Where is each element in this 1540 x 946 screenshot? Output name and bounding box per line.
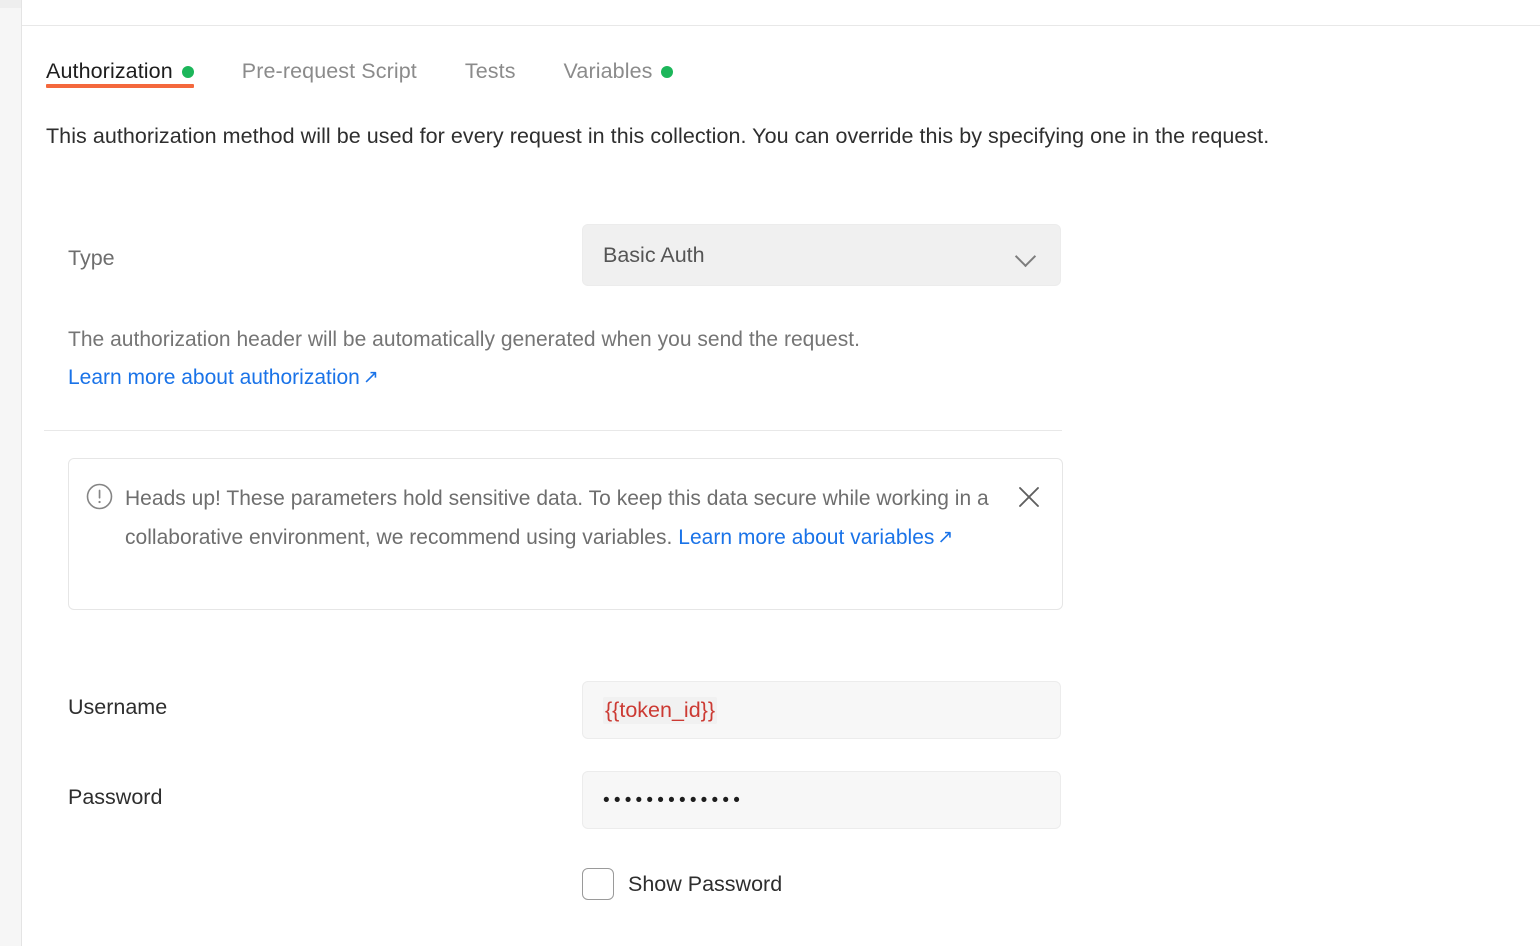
tab-authorization-status-dot [181,66,194,78]
password-label: Password [68,785,163,809]
close-icon[interactable] [1014,482,1044,512]
authorization-description: This authorization method will be used f… [46,124,1270,148]
learn-more-authorization-label: Learn more about authorization [68,366,360,389]
exclamation-circle-icon [86,483,113,510]
auth-type-selected-value: Basic Auth [603,242,705,267]
tab-authorization-label: Authorization [46,58,173,83]
tab-variables[interactable]: Variables [564,40,674,96]
collection-tab-bar: Authorization Pre-request Script Tests V… [46,40,721,102]
learn-more-variables-label: Learn more about variables [678,526,935,549]
tab-authorization[interactable]: Authorization [46,40,194,96]
show-password-label: Show Password [628,871,783,896]
tab-pre-request-script[interactable]: Pre-request Script [242,40,417,96]
external-link-arrow-icon: ↗ [362,367,379,388]
authorization-pane: Authorization Pre-request Script Tests V… [22,26,1540,946]
password-masked-value: ••••••••••••• [603,789,745,811]
left-gutter-top-block [0,0,21,8]
password-row: Password ••••••••••••• [22,771,1082,829]
username-variable-token: {{token_id}} [603,696,718,724]
learn-more-variables-link[interactable]: Learn more about variables ↗ [678,526,953,549]
active-tab-underline [46,84,194,88]
tab-pre-request-script-label: Pre-request Script [241,58,417,83]
username-input[interactable]: {{token_id}} [582,681,1061,739]
password-input[interactable]: ••••••••••••• [582,771,1061,829]
tab-variables-status-dot [661,66,674,78]
learn-more-authorization-link[interactable]: Learn more about authorization ↗ [68,366,379,390]
username-label: Username [68,695,168,719]
tab-variables-label: Variables [563,58,653,83]
sensitive-data-callout: Heads up! These parameters hold sensitiv… [68,458,1063,610]
external-link-arrow-icon: ↗ [937,527,954,548]
auth-type-row: Type Basic Auth [22,224,1082,300]
auth-type-label: Type [68,246,115,270]
tab-tests-label: Tests [464,58,516,83]
sensitive-data-callout-text: Heads up! These parameters hold sensitiv… [125,479,1005,558]
chevron-down-icon [1016,249,1036,261]
tab-tests[interactable]: Tests [465,40,516,96]
auth-type-select[interactable]: Basic Auth [582,224,1061,286]
auth-helper-text: The authorization header will be automat… [68,328,860,351]
show-password-checkbox[interactable] [582,868,614,900]
username-row: Username {{token_id}} [22,681,1082,739]
left-gutter-strip [0,0,21,946]
show-password-row[interactable]: Show Password [582,868,782,900]
section-divider [44,430,1062,431]
